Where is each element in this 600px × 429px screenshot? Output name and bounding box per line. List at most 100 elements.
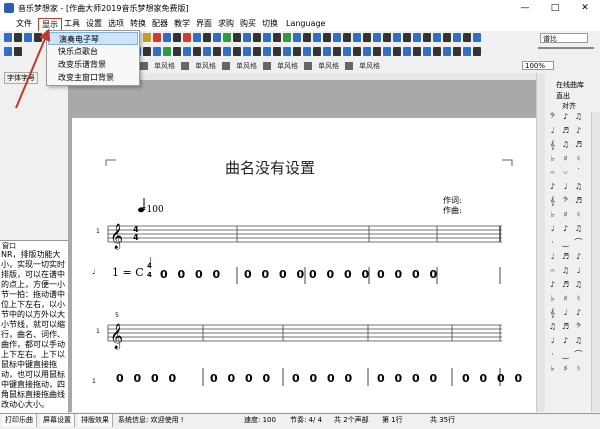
symbol-icon[interactable]: ♯ xyxy=(560,154,571,164)
style-icon[interactable] xyxy=(181,62,189,70)
note-icon[interactable] xyxy=(453,33,461,42)
tool-icon[interactable] xyxy=(253,47,261,56)
print-icon[interactable] xyxy=(34,33,42,42)
tool-icon[interactable] xyxy=(263,47,271,56)
menu-teach[interactable]: 教学 xyxy=(171,18,193,30)
symbol-icon[interactable]: ♭ xyxy=(547,364,558,374)
symbol-icon[interactable]: ♫ xyxy=(573,280,584,290)
tool-icon[interactable] xyxy=(243,47,251,56)
note-icon[interactable] xyxy=(303,33,311,42)
style-icon[interactable] xyxy=(222,62,230,70)
menu-request[interactable]: 求购 xyxy=(215,18,237,30)
note-icon[interactable] xyxy=(143,33,151,42)
symbol-icon[interactable]: ♪ xyxy=(573,252,584,262)
online-library-label[interactable]: 在线曲库 xyxy=(556,80,584,90)
tool-icon[interactable] xyxy=(473,47,481,56)
symbol-icon[interactable]: ‿ xyxy=(560,238,571,248)
tool-icon[interactable] xyxy=(153,47,161,56)
note-icon[interactable] xyxy=(473,33,481,42)
tab-print[interactable]: 打印乐曲 xyxy=(2,414,37,427)
note-icon[interactable] xyxy=(393,33,401,42)
symbol-icon[interactable]: 𝄑 xyxy=(560,168,571,178)
jianpu-measure[interactable]: 0 0 0 0 xyxy=(377,268,437,281)
menu-switch[interactable]: 切换 xyxy=(259,18,281,30)
tool-icon[interactable] xyxy=(313,47,321,56)
symbol-icon[interactable]: ♪ xyxy=(547,280,558,290)
jianpu-measure[interactable]: 0 0 0 0 xyxy=(377,372,437,385)
maximize-button[interactable]: □ xyxy=(540,0,570,17)
menu-file[interactable]: 文件 xyxy=(13,18,35,30)
symbol-icon[interactable]: ⌒ xyxy=(573,350,584,360)
menu-options[interactable]: 选项 xyxy=(105,18,127,30)
tool-icon[interactable] xyxy=(173,47,181,56)
symbol-icon[interactable]: 𝄐 xyxy=(547,266,558,276)
note-icon[interactable] xyxy=(253,33,261,42)
new-icon[interactable] xyxy=(4,33,12,42)
symbol-icon[interactable]: 𝄐 xyxy=(547,168,558,178)
tool-icon[interactable] xyxy=(383,47,391,56)
style-tab[interactable]: 单风格 xyxy=(195,59,216,73)
symbol-icon[interactable]: ♭ xyxy=(547,294,558,304)
note-icon[interactable] xyxy=(153,33,161,42)
symbol-icon[interactable]: ♮ xyxy=(573,364,584,374)
symbol-icon[interactable]: ♩ xyxy=(573,266,584,276)
jianpu-measure[interactable]: 0 0 0 0 xyxy=(116,372,176,385)
direct-out-label[interactable]: 直出 xyxy=(556,91,570,101)
tool-icon[interactable] xyxy=(403,47,411,56)
symbol-icon[interactable]: ♬ xyxy=(573,140,584,150)
align-label[interactable]: 对齐 xyxy=(562,101,576,111)
symbol-icon[interactable]: ♫ xyxy=(573,224,584,234)
symbol-icon[interactable]: ♪ xyxy=(560,336,571,346)
symbol-icon[interactable]: ♫ xyxy=(560,266,571,276)
tool-icon[interactable] xyxy=(433,47,441,56)
note-icon[interactable] xyxy=(363,33,371,42)
symbol-icon[interactable]: ♫ xyxy=(560,140,571,150)
style-icon[interactable] xyxy=(140,62,148,70)
jianpu-measure[interactable]: 0 0 0 0 xyxy=(160,268,220,281)
symbol-panel-scrollbar[interactable] xyxy=(591,112,600,412)
tab-screen-settings[interactable]: 屏幕设置 xyxy=(40,414,75,427)
symbol-icon[interactable]: ⌒ xyxy=(573,238,584,248)
open-icon[interactable] xyxy=(14,33,22,42)
style-icon[interactable] xyxy=(263,62,271,70)
note-icon[interactable] xyxy=(433,33,441,42)
tool-icon[interactable] xyxy=(413,47,421,56)
tool-icon[interactable] xyxy=(453,47,461,56)
symbol-icon[interactable]: ♬ xyxy=(560,280,571,290)
tool-icon[interactable] xyxy=(183,47,191,56)
tool-icon[interactable] xyxy=(283,47,291,56)
symbol-icon[interactable]: ♫ xyxy=(573,112,584,122)
tool-icon[interactable] xyxy=(373,47,381,56)
symbol-icon[interactable]: ♪ xyxy=(573,308,584,318)
note-icon[interactable] xyxy=(203,33,211,42)
symbol-icon[interactable]: ♩ xyxy=(547,224,558,234)
symbol-icon[interactable]: ♪ xyxy=(547,182,558,192)
tool-icon[interactable] xyxy=(273,47,281,56)
note-icon[interactable] xyxy=(463,33,471,42)
tool-icon[interactable] xyxy=(303,47,311,56)
jianpu-measure[interactable]: 0 0 0 0 xyxy=(462,372,522,385)
score-scrollbar[interactable] xyxy=(536,73,545,412)
symbol-icon[interactable]: ♮ xyxy=(573,294,584,304)
jianpu-measure[interactable]: 0 0 0 0 xyxy=(244,268,304,281)
symbol-icon[interactable]: ♪ xyxy=(573,126,584,136)
note-icon[interactable] xyxy=(313,33,321,42)
menu-item-song-request[interactable]: 快乐点歌台 xyxy=(48,45,138,58)
symbol-icon[interactable]: ♩ xyxy=(547,336,558,346)
tool-icon[interactable] xyxy=(333,47,341,56)
tool-icon[interactable] xyxy=(223,47,231,56)
symbol-icon[interactable]: 𝄒 xyxy=(573,168,584,178)
menu-tools[interactable]: 工具 xyxy=(61,18,83,30)
note-icon[interactable] xyxy=(383,33,391,42)
tool-icon[interactable] xyxy=(353,47,361,56)
note-icon[interactable] xyxy=(413,33,421,42)
menu-item-play-keyboard[interactable]: 演奏电子琴 xyxy=(48,32,138,45)
symbol-icon[interactable]: ♮ xyxy=(573,154,584,164)
symbol-icon[interactable]: ♬ xyxy=(560,322,571,332)
style-icon[interactable] xyxy=(345,62,353,70)
tool-icon[interactable] xyxy=(163,47,171,56)
menu-language[interactable]: Language xyxy=(283,18,328,30)
tempo-value[interactable]: =100 xyxy=(139,205,164,215)
tool-icon[interactable] xyxy=(203,47,211,56)
symbol-icon[interactable]: ♩ xyxy=(560,182,571,192)
